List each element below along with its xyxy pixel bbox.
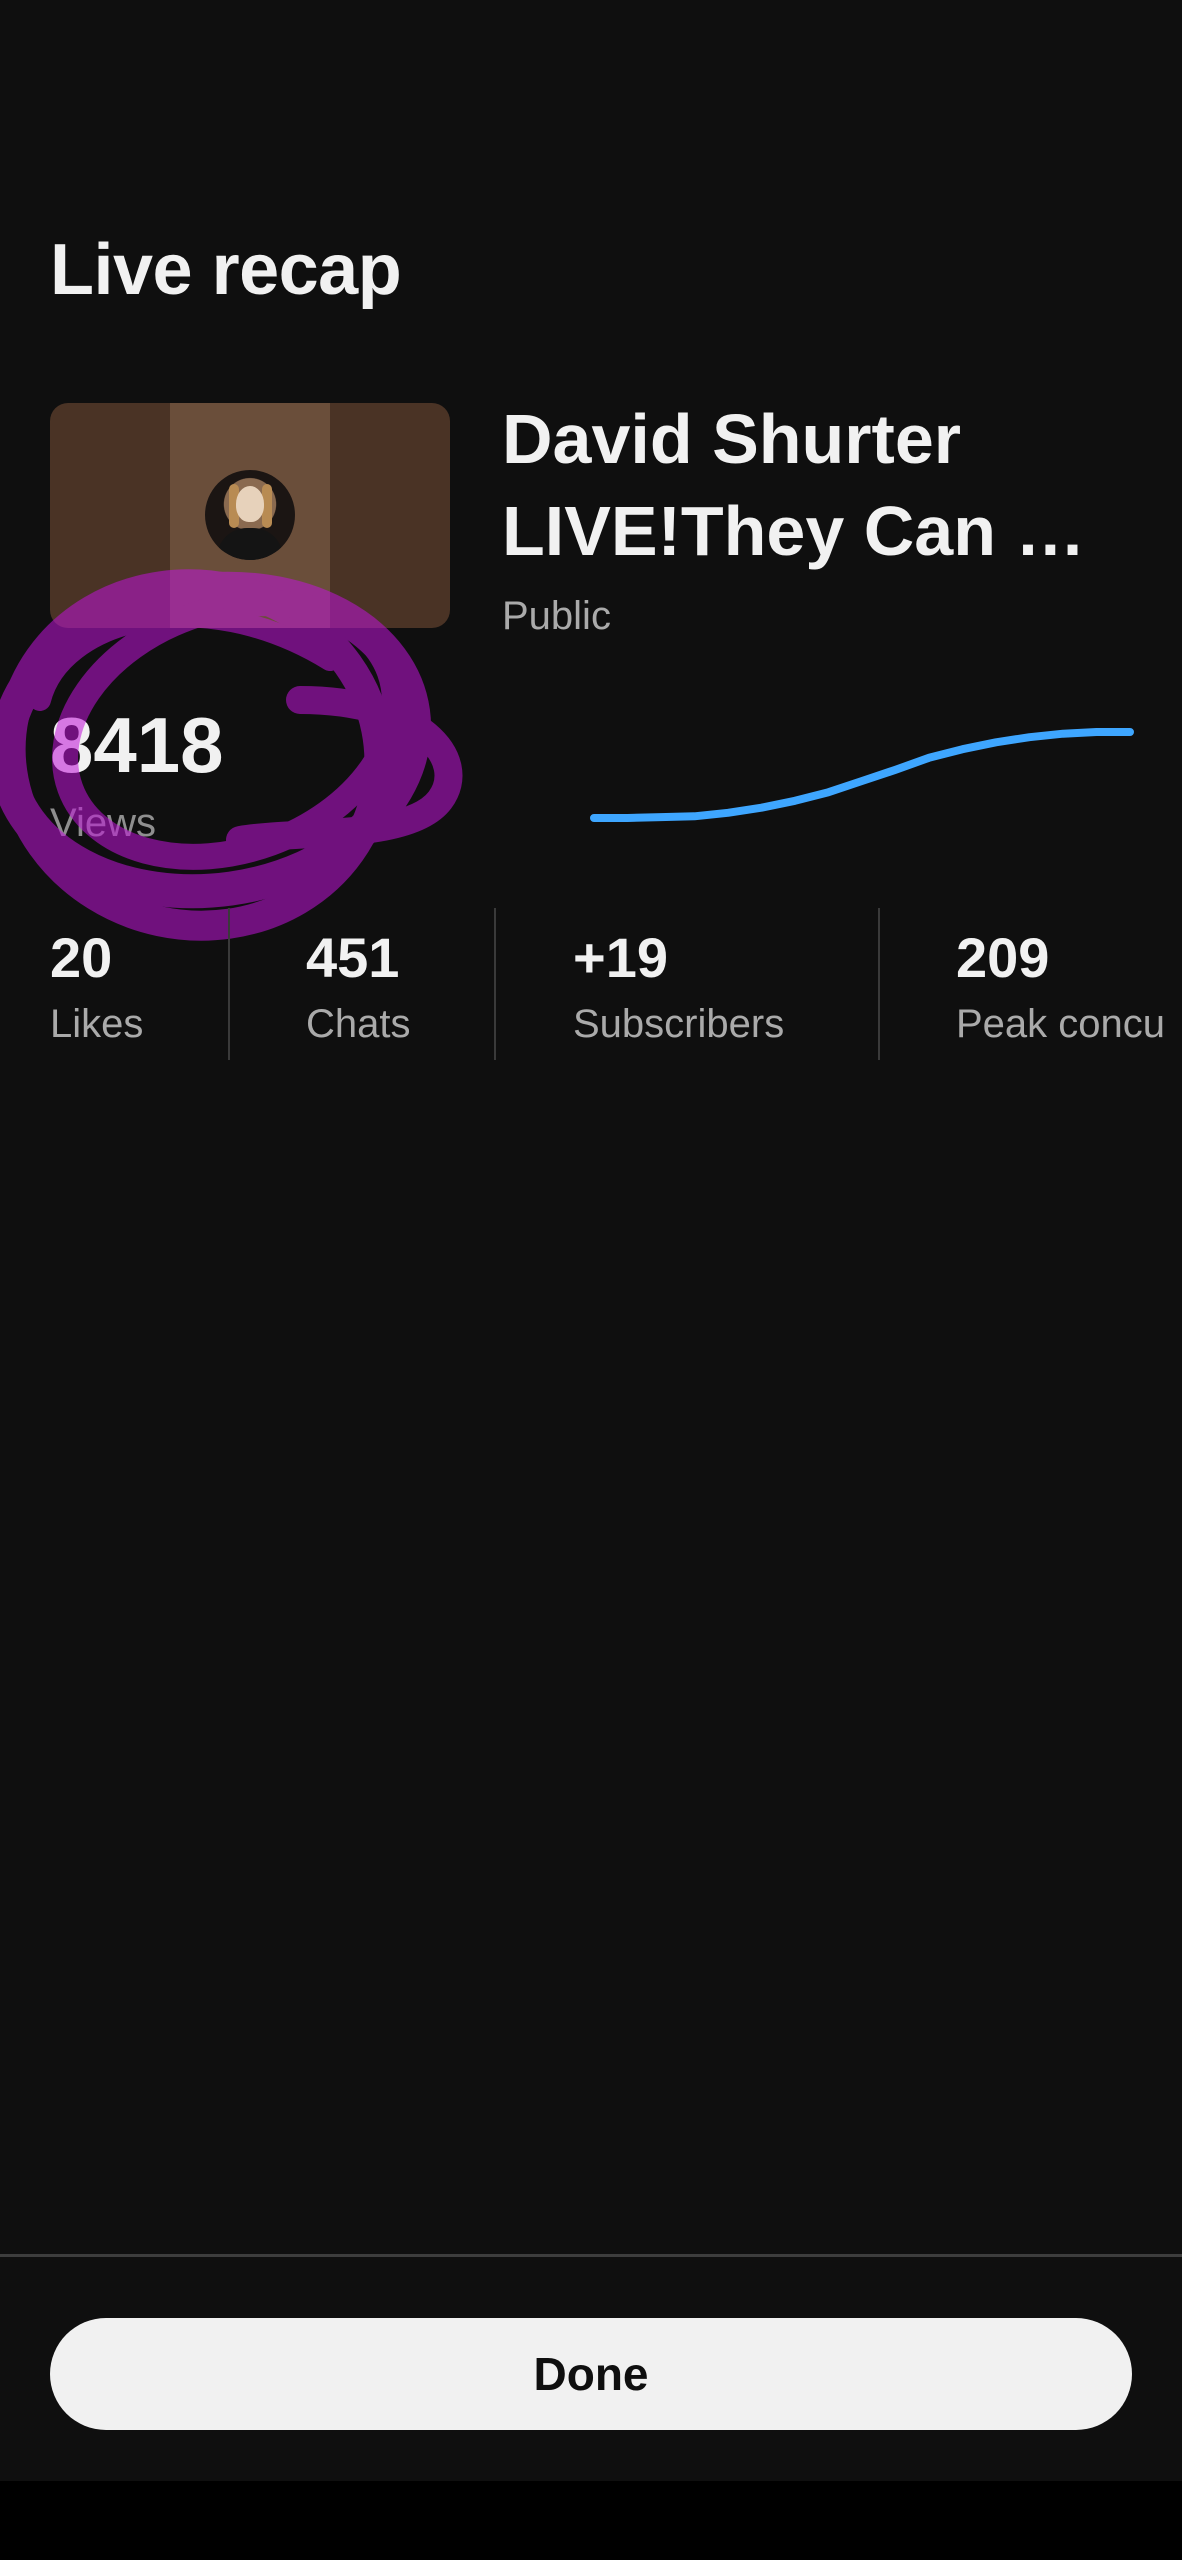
page-title: Live recap — [50, 230, 402, 310]
live-recap-screen: Live recap David Shurter LIVE!They Can …… — [0, 0, 1182, 2481]
stream-title-line-2: LIVE!They Can … — [502, 492, 1086, 570]
views-label: Views — [50, 801, 156, 845]
stream-thumbnail[interactable] — [50, 403, 450, 628]
stat-subscribers: +19 Subscribers — [573, 926, 784, 1052]
stat-peak-value: 209 — [956, 926, 1050, 989]
stream-title: David Shurter LIVE!They Can … — [502, 393, 1142, 577]
done-button[interactable]: Done — [50, 2318, 1132, 2430]
stat-divider — [878, 908, 880, 1060]
stats-row: 20 Likes 451 Chats +19 Subscribers 209 P… — [0, 908, 1182, 1060]
stat-subscribers-label: Subscribers — [573, 1002, 785, 1046]
avatar — [205, 470, 295, 560]
system-nav-bar — [0, 2481, 1182, 2560]
stat-likes-value: 20 — [50, 926, 113, 989]
stat-likes-label: Likes — [50, 1002, 144, 1046]
stat-peak-concurrent: 209 Peak concu — [956, 926, 1165, 1052]
visibility-label: Public — [502, 594, 611, 638]
stat-chats-value: 451 — [306, 926, 400, 989]
stat-peak-label: Peak concu — [956, 1002, 1166, 1046]
stat-chats-label: Chats — [306, 1002, 411, 1046]
stat-divider — [494, 908, 496, 1060]
views-trend-line — [590, 728, 1134, 822]
views-sparkline — [590, 728, 1134, 822]
stat-subscribers-value: +19 — [573, 926, 668, 989]
stat-likes: 20 Likes — [50, 926, 143, 1052]
stream-title-line-1: David Shurter — [502, 400, 961, 478]
views-count: 8418 — [50, 701, 224, 789]
stat-divider — [228, 908, 230, 1060]
stat-chats: 451 Chats — [306, 926, 411, 1052]
footer-divider — [0, 2254, 1182, 2257]
